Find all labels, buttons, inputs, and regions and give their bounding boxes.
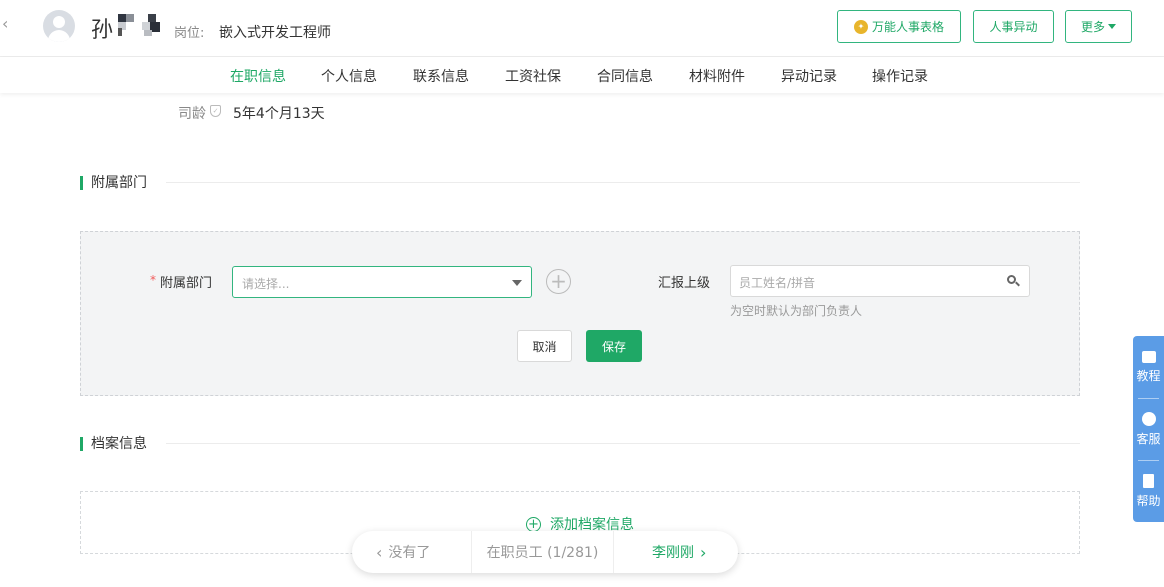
- universal-table-button[interactable]: ✦ 万能人事表格: [837, 10, 961, 43]
- personnel-change-button[interactable]: 人事异动: [973, 10, 1054, 43]
- doc-icon: [1143, 473, 1154, 488]
- section-title-dept: 附属部门: [80, 176, 147, 190]
- tutorial-label: 教程: [1136, 368, 1161, 383]
- dept-select-placeholder: 请选择...: [242, 277, 290, 291]
- chevron-right-icon: ›: [700, 542, 707, 562]
- help-button[interactable]: 帮助: [1133, 460, 1164, 522]
- seniority-label: 司龄: [178, 106, 206, 122]
- employee-header: ‹ 孙 岗位: 嵌入式开发工程师 ✦ 万能人事表格 人事异动 更多: [0, 0, 1164, 57]
- plus-circle-icon: +: [526, 516, 541, 532]
- tab-operation-records[interactable]: 操作记录: [872, 66, 928, 86]
- post-label: 岗位:: [174, 26, 205, 41]
- tab-bar: 在职信息 个人信息 联系信息 工资社保 合同信息 材料附件 异动记录 操作记录: [0, 57, 1164, 93]
- tab-contact-info[interactable]: 联系信息: [413, 66, 469, 86]
- tab-contract-info[interactable]: 合同信息: [597, 66, 653, 86]
- next-label: 李刚刚: [652, 545, 694, 561]
- avatar: [43, 10, 75, 42]
- id-card-icon: [1141, 350, 1156, 363]
- search-icon[interactable]: [1007, 275, 1020, 287]
- post-value: 嵌入式开发工程师: [219, 25, 331, 41]
- tab-change-records[interactable]: 异动记录: [781, 66, 837, 86]
- section-title-archive: 档案信息: [80, 437, 147, 451]
- report-label: 汇报上级: [658, 276, 711, 291]
- required-mark: *: [150, 273, 156, 287]
- tab-attachments[interactable]: 材料附件: [689, 66, 745, 86]
- seniority-value: 5年4个月13天: [233, 106, 325, 122]
- caret-down-icon: [512, 280, 522, 286]
- name-mosaic: [116, 14, 138, 36]
- employee-name: 孙: [91, 18, 115, 43]
- dept-form-panel: [80, 231, 1080, 396]
- universal-table-label: 万能人事表格: [871, 20, 944, 34]
- report-search-input[interactable]: 员工姓名/拼音: [730, 265, 1030, 297]
- tutorial-button[interactable]: 教程: [1133, 336, 1164, 398]
- personnel-change-label: 人事异动: [989, 20, 1038, 34]
- tab-salary-insurance[interactable]: 工资社保: [505, 66, 561, 86]
- service-button[interactable]: 客服: [1133, 398, 1164, 460]
- shield-icon: ✓: [210, 105, 221, 117]
- divider: [166, 182, 1080, 183]
- prev-employee-button[interactable]: ‹ 没有了: [370, 531, 430, 573]
- divider: [166, 443, 1080, 444]
- chat-icon: [1141, 411, 1156, 426]
- report-hint: 为空时默认为部门负责人: [730, 304, 863, 318]
- tab-personal-info[interactable]: 个人信息: [321, 66, 377, 86]
- caret-down-icon: [1108, 24, 1116, 29]
- more-label: 更多: [1080, 20, 1105, 34]
- back-chevron-icon[interactable]: ‹: [2, 14, 16, 34]
- chevron-left-icon: ‹: [376, 542, 383, 562]
- next-employee-button[interactable]: 李刚刚 ›: [652, 531, 712, 573]
- prev-label: 没有了: [388, 545, 431, 561]
- dept-label: 附属部门: [160, 276, 213, 291]
- pager-position: 在职员工 (1/281): [471, 531, 614, 573]
- side-help-panel: 教程 客服 帮助: [1133, 336, 1164, 522]
- dept-select[interactable]: 请选择...: [232, 266, 532, 298]
- save-button[interactable]: 保存: [586, 330, 642, 362]
- help-label: 帮助: [1136, 493, 1161, 508]
- report-placeholder: 员工姓名/拼音: [739, 276, 816, 290]
- cancel-button[interactable]: 取消: [517, 330, 572, 362]
- gear-icon: ✦: [853, 19, 868, 34]
- name-mosaic: [142, 14, 164, 36]
- employee-pager: ‹ 没有了 在职员工 (1/281) 李刚刚 ›: [352, 531, 738, 573]
- service-label: 客服: [1136, 431, 1161, 446]
- more-button[interactable]: 更多: [1065, 10, 1132, 43]
- tab-onjob-info[interactable]: 在职信息: [230, 66, 286, 86]
- add-dept-plus-icon[interactable]: +: [546, 269, 571, 294]
